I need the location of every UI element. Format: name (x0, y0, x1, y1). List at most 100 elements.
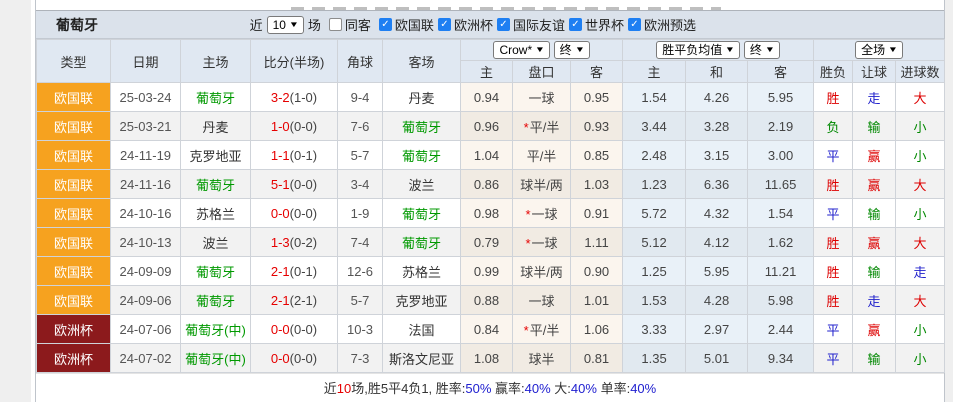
matches-label: 场 (307, 18, 321, 33)
recent-count-select[interactable]: 10 ▼ (266, 15, 304, 34)
result-goals: 小 (895, 314, 946, 344)
summary-part: 近 (323, 381, 337, 396)
checkbox-checked-icon[interactable]: ✓ (437, 18, 451, 32)
match-date: 25-03-24 (110, 82, 181, 112)
score-cell: 2-1(0-1) (250, 256, 338, 286)
handicap-home-odds: 0.99 (460, 256, 513, 286)
competition-checkbox-group: ✓ 欧国联 ✓ 欧洲杯 ✓ 国际友谊 ✓ 世界杯 ✓ 欧洲预选 (375, 15, 696, 35)
col-header-odds-away: 客 (569, 60, 624, 83)
table-row: 欧国联 24-11-16 葡萄牙 5-1(0-0) 3-4 波兰 0.86 球半/两 1.03 1… (36, 169, 946, 199)
europe-odds-select[interactable]: 胜平负均值 ▼ (656, 41, 741, 59)
corner-count: 1-9 (337, 198, 383, 228)
col-header-type: 类型 (36, 39, 111, 83)
handicap-home-odds: 0.98 (460, 198, 513, 228)
scope-select[interactable]: 全场 ▼ (855, 41, 903, 59)
same-away-checkbox[interactable]: 同客 (328, 15, 371, 34)
col-header-let: 让球 (852, 60, 897, 83)
col-header-goals: 进球数 (895, 60, 946, 83)
europe-away-odds: 1.62 (747, 227, 815, 257)
result-goals: 小 (895, 343, 946, 373)
handicap-away-odds: 1.01 (569, 285, 624, 315)
europe-home-odds: 5.12 (622, 227, 687, 257)
col-header-eu-home: 主 (622, 60, 687, 83)
competition-checkbox-3[interactable]: ✓ 国际友谊 (496, 15, 565, 34)
away-team: 葡萄牙 (382, 140, 461, 170)
corner-count: 12-6 (337, 256, 383, 286)
home-team: 葡萄牙(中) (180, 343, 251, 373)
chevron-down-icon: ▼ (288, 19, 300, 29)
europe-draw-odds: 4.26 (685, 82, 749, 112)
competition-checkbox-2[interactable]: ✓ 欧洲杯 (437, 15, 493, 34)
europe-stage-select[interactable]: 终 ▼ (743, 41, 780, 59)
europe-draw-odds: 2.97 (685, 314, 749, 344)
col-header-eu-draw: 和 (685, 60, 749, 83)
summary-part: 40% (524, 381, 551, 396)
result-handicap: 走 (852, 285, 897, 315)
checkbox-checked-icon[interactable]: ✓ (627, 18, 641, 32)
home-team: 波兰 (180, 227, 251, 257)
handicap-away-odds: 0.90 (569, 256, 624, 286)
clipped-row-above (36, 0, 944, 11)
summary-part: 40% (630, 381, 657, 396)
matches-table: 类型 日期 主场 比分(半场) 角球 客场 Crow* ▼ 终 ▼ 胜平负均值 … (36, 39, 946, 373)
league-badge: 欧国联 (36, 198, 111, 228)
live-odds-star: * (523, 119, 529, 135)
result-wdl: 平 (813, 140, 854, 170)
corner-count: 5-7 (337, 140, 383, 170)
league-badge: 欧国联 (36, 285, 111, 315)
league-badge: 欧国联 (36, 227, 111, 257)
europe-away-odds: 11.21 (747, 256, 815, 286)
europe-draw-odds: 6.36 (685, 169, 749, 199)
summary-part: 50% (465, 381, 492, 396)
table-row: 欧洲杯 24-07-06 葡萄牙(中) 0-0(0-0) 10-3 法国 0.84 *平/半 1… (36, 314, 946, 344)
handicap-home-odds: 0.96 (460, 111, 513, 141)
away-team: 葡萄牙 (382, 198, 461, 228)
col-header-corner: 角球 (337, 39, 383, 83)
bookmaker-select[interactable]: Crow* ▼ (493, 41, 551, 59)
match-date: 24-09-06 (110, 285, 181, 315)
result-wdl: 胜 (813, 227, 854, 257)
league-badge: 欧洲杯 (36, 314, 111, 344)
summary-part: 单率: (596, 381, 631, 396)
result-handicap: 赢 (852, 227, 897, 257)
result-wdl: 平 (813, 198, 854, 228)
recent-count-value: 10 (272, 17, 286, 32)
checkbox-checked-icon[interactable]: ✓ (568, 18, 582, 32)
competition-checkbox-5[interactable]: ✓ 欧洲预选 (627, 15, 696, 34)
handicap-home-odds: 0.84 (460, 314, 513, 344)
table-row: 欧国联 24-10-13 波兰 1-3(0-2) 7-4 葡萄牙 0.79 *一球 1.11 5.… (36, 227, 946, 257)
result-handicap: 赢 (852, 169, 897, 199)
home-team: 葡萄牙 (180, 285, 251, 315)
home-team: 苏格兰 (180, 198, 251, 228)
handicap-home-odds: 0.79 (460, 227, 513, 257)
checkbox-checked-icon[interactable]: ✓ (496, 18, 510, 32)
score-cell: 2-1(2-1) (250, 285, 338, 315)
handicap-line: *平/半 (512, 111, 571, 141)
result-wdl: 负 (813, 111, 854, 141)
handicap-line: 球半 (512, 343, 571, 373)
away-team: 法国 (382, 314, 461, 344)
result-goals: 小 (895, 140, 946, 170)
score-cell: 0-0(0-0) (250, 314, 338, 344)
league-badge: 欧国联 (36, 82, 111, 112)
handicap-stage-select[interactable]: 终 ▼ (553, 41, 590, 59)
same-away-label: 同客 (344, 18, 371, 33)
checkbox-checked-icon[interactable]: ✓ (378, 18, 392, 32)
summary-part: 场,胜5平4负1, 胜率: (351, 381, 466, 396)
competition-checkbox-1[interactable]: ✓ 欧国联 (378, 15, 434, 34)
handicap-line: 平/半 (512, 140, 571, 170)
handicap-line: *一球 (512, 198, 571, 228)
checkbox-unchecked-icon[interactable] (328, 18, 342, 31)
competition-checkbox-4[interactable]: ✓ 世界杯 (568, 15, 624, 34)
league-badge: 欧洲杯 (36, 343, 111, 373)
away-team: 苏格兰 (382, 256, 461, 286)
away-team: 克罗地亚 (382, 285, 461, 315)
handicap-selects-cell: Crow* ▼ 终 ▼ (459, 39, 624, 61)
handicap-line: 一球 (512, 285, 571, 315)
match-date: 24-11-16 (110, 169, 181, 199)
result-handicap: 输 (852, 198, 897, 228)
col-header-result: 胜负 (813, 60, 854, 83)
europe-draw-odds: 4.32 (685, 198, 749, 228)
scope-select-value: 全场 (861, 43, 886, 57)
result-handicap: 走 (852, 82, 897, 112)
